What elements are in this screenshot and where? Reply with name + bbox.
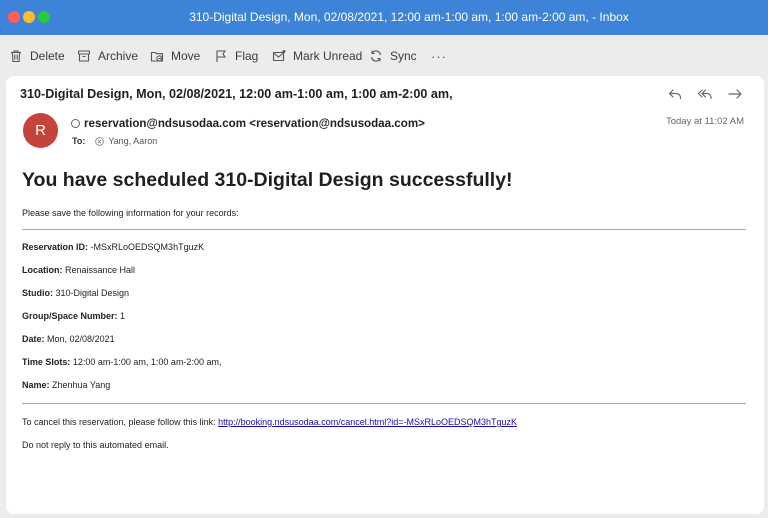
- no-reply-notice: Do not reply to this automated email.: [22, 440, 169, 450]
- field-value: 12:00 am-1:00 am, 1:00 am-2:00 am,: [72, 357, 222, 367]
- divider: [22, 403, 746, 404]
- to-label: To:: [72, 136, 86, 146]
- maximize-window-button[interactable]: [38, 11, 50, 23]
- recipient-name[interactable]: Yang, Aaron: [108, 136, 157, 146]
- title-bar: 310-Digital Design, Mon, 02/08/2021, 12:…: [0, 0, 768, 35]
- toolbar: Delete Archive Move Flag Mark Unread Syn…: [0, 35, 768, 75]
- field-value: -MSxRLoOEDSQM3hTguzK: [90, 242, 205, 252]
- message-subject: 310-Digital Design, Mon, 02/08/2021, 12:…: [20, 87, 453, 101]
- unread-status-icon: [71, 119, 80, 128]
- field-name: Name: Zhenhua Yang: [22, 380, 110, 390]
- field-value: 310-Digital Design: [55, 288, 130, 298]
- sync-label: Sync: [390, 49, 417, 63]
- trash-icon: [11, 50, 21, 63]
- window-title: 310-Digital Design, Mon, 02/08/2021, 12:…: [189, 10, 629, 24]
- mark-unread-button[interactable]: Mark Unread: [272, 47, 362, 65]
- folder-move-icon: [150, 51, 164, 62]
- field-reservation-id: Reservation ID: -MSxRLoOEDSQM3hTguzK: [22, 242, 204, 252]
- cancel-text: To cancel this reservation, please follo…: [22, 417, 216, 427]
- field-label: Location:: [22, 265, 63, 275]
- field-group-space-number: Group/Space Number: 1: [22, 311, 125, 321]
- field-date: Date: Mon, 02/08/2021: [22, 334, 115, 344]
- field-label: Date:: [22, 334, 45, 344]
- sender-avatar: R: [23, 113, 58, 148]
- forward-button[interactable]: [727, 86, 743, 102]
- message-date: Today at 11:02 AM: [666, 116, 744, 127]
- field-value: Zhenhua Yang: [52, 380, 111, 390]
- recipient-row: To: Yang, Aaron: [72, 136, 157, 146]
- delete-label: Delete: [30, 49, 65, 63]
- minimize-window-button[interactable]: [23, 11, 35, 23]
- remove-recipient-icon[interactable]: [95, 136, 105, 146]
- field-label: Time Slots:: [22, 357, 71, 367]
- field-time-slots: Time Slots: 12:00 am-1:00 am, 1:00 am-2:…: [22, 357, 221, 367]
- move-label: Move: [171, 49, 201, 63]
- close-window-button[interactable]: [8, 11, 20, 23]
- field-label: Reservation ID:: [22, 242, 89, 252]
- reply-all-icon: [697, 89, 712, 100]
- intro-text: Please save the following information fo…: [22, 208, 239, 218]
- mark-unread-label: Mark Unread: [293, 49, 363, 63]
- reply-icon: [668, 89, 682, 100]
- field-location: Location: Renaissance Hall: [22, 265, 135, 275]
- flag-label: Flag: [235, 49, 259, 63]
- move-button[interactable]: Move: [150, 47, 200, 65]
- field-label: Name:: [22, 380, 50, 390]
- field-studio: Studio: 310-Digital Design: [22, 288, 129, 298]
- cancel-instructions: To cancel this reservation, please follo…: [22, 417, 517, 427]
- message-view: 310-Digital Design, Mon, 02/08/2021, 12:…: [6, 76, 764, 514]
- reply-button[interactable]: [667, 86, 683, 102]
- archive-box-icon: [77, 50, 91, 62]
- sender-row: reservation@ndsusodaa.com <reservation@n…: [71, 117, 425, 130]
- sender-address[interactable]: reservation@ndsusodaa.com <reservation@n…: [84, 117, 425, 130]
- forward-icon: [728, 89, 742, 99]
- sync-arrows-icon: [370, 50, 382, 62]
- field-value: Mon, 02/08/2021: [47, 334, 115, 344]
- reply-all-button[interactable]: [697, 86, 713, 102]
- more-actions-button[interactable]: ···: [431, 47, 447, 65]
- field-label: Group/Space Number:: [22, 311, 118, 321]
- headline: You have scheduled 310-Digital Design su…: [22, 169, 513, 191]
- field-value: 1: [120, 311, 126, 321]
- divider: [22, 229, 746, 230]
- archive-label: Archive: [98, 49, 139, 63]
- envelope-icon: [272, 50, 286, 62]
- archive-button[interactable]: Archive: [77, 47, 138, 65]
- flag-icon: [216, 50, 227, 62]
- field-label: Studio:: [22, 288, 53, 298]
- field-value: Renaissance Hall: [65, 265, 136, 275]
- flag-button[interactable]: Flag: [214, 47, 258, 65]
- delete-button[interactable]: Delete: [9, 47, 65, 65]
- sync-button[interactable]: Sync: [369, 47, 417, 65]
- cancel-link[interactable]: http://booking.ndsusodaa.com/cancel.html…: [218, 417, 517, 427]
